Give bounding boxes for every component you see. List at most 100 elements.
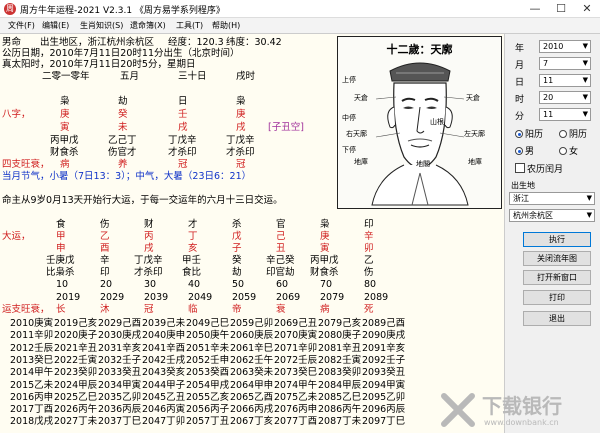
bazi-wangshuai: 病 [60,159,70,170]
print-button[interactable]: 打印 [523,290,591,305]
liunian-cell: 2041辛酉 [142,342,186,354]
dayun-wangshuai-label: 运支旺衰， [2,304,50,315]
lunar-day: 三十日 [178,71,207,82]
minimize-button[interactable]: — [522,0,548,18]
liunian-cell: 2082壬寅 [318,354,362,366]
bazi-canggan: 乙己丁 [108,135,137,146]
day-select[interactable]: 11 ▼ [539,74,591,87]
month-label: 月 [515,61,525,71]
birthplace-label: 出生地 [511,181,535,190]
liunian-cell: 2081辛丑 [318,342,362,354]
menu-edit[interactable]: 编辑(E) [42,20,69,31]
radio-selected-icon [515,147,523,155]
liunian-cell: 2034甲寅 [98,379,142,391]
dayun-canggan-shishen: 印官劫 [266,267,295,278]
open-new-window-button[interactable]: 打开新窗口 [523,270,591,285]
dayun-age: 40 [188,279,201,290]
menu-help[interactable]: 帮助(H) [212,20,240,31]
liunian-cell: 2015乙未 [10,379,54,391]
liunian-cell: 2033癸丑 [98,367,142,379]
app-icon: 周 [4,3,16,15]
close-button[interactable]: ✕ [574,0,600,18]
dayun-gan: 丁 [188,231,198,242]
liunian-cell: 2072壬辰 [274,354,318,366]
year-label: 年 [515,44,525,54]
bazi-shishen: 日 [178,96,188,107]
bazi-canggan-shishen: 伤官才 [108,147,137,158]
radio-selected-icon [515,130,523,138]
liunian-cell: 2097丁巳 [362,416,406,428]
liunian-cell: 2066丙戌 [230,404,274,416]
portrait-label: 天倉 [466,94,480,102]
dayun-year: 2039 [144,292,169,303]
dayun-wangshuai: 死 [364,304,374,315]
exit-button[interactable]: 退出 [523,311,591,326]
menu-tools[interactable]: 工具(T) [176,20,203,31]
liunian-cell: 2035乙卯 [98,391,142,403]
portrait-label: 地閣 [416,160,430,168]
kongwang: [子丑空] [268,122,304,133]
liunian-cell: 2044甲子 [142,379,186,391]
minute-label: 分 [515,112,525,122]
menu-file[interactable]: 文件(F) [8,20,35,31]
dayun-gan: 庚 [320,231,330,242]
bazi-gan: 庚 [236,109,246,120]
run-button[interactable]: 执行 [523,232,591,247]
liunian-cell: 2012壬辰 [10,342,54,354]
bazi-gan: 壬 [178,109,188,120]
liunian-cell: 2074甲午 [274,379,318,391]
chevron-down-icon: ▼ [582,76,588,84]
dayun-canggan-shishen: 财食杀 [310,267,339,278]
dayun-wangshuai: 病 [320,304,330,315]
download-bank-logo-icon [441,393,475,427]
dayun-shishen: 枭 [320,219,330,230]
radio-gregorian[interactable]: 阳历 [515,127,543,140]
dayun-shishen: 财 [144,219,154,230]
minute-select[interactable]: 11 ▼ [539,108,591,121]
radio-icon [559,130,567,138]
watermark-url: www.downbank.cn [484,418,559,427]
lunar-hour: 戌时 [236,71,256,82]
menu-zodiac-knowledge[interactable]: 生肖知识(S) [80,20,123,31]
hour-select[interactable]: 20 ▼ [539,91,591,104]
dayun-gan: 戊 [232,231,242,242]
liunian-cell: 2077丁酉 [274,416,318,428]
bazi-canggan-shishen: 才杀印 [226,147,255,158]
year-select[interactable]: 2010 ▼ [539,40,591,53]
province-select[interactable]: 浙江 ▼ [509,192,595,205]
liunian-cell: 2080庚子 [318,330,362,342]
dayun-zhi: 戌 [144,243,154,254]
dayun-wangshuai: 帝 [232,304,242,315]
liunian-cell: 2045乙丑 [142,391,186,403]
dayun-age: 20 [100,279,113,290]
maximize-button[interactable]: ☐ [548,0,574,18]
city-select[interactable]: 杭州余杭区 ▼ [509,209,595,222]
dayun-canggan-shishen: 食比 [182,267,202,278]
liunian-cell: 2087丁未 [318,416,362,428]
portrait-label: 下停 [342,146,356,154]
menu-records[interactable]: 遗命簿(X) [130,20,166,31]
liunian-cell: 2016丙申 [10,391,54,403]
liunian-cell: 2031辛亥 [98,342,142,354]
month-select[interactable]: 7 ▼ [539,57,591,70]
dayun-label: 大运， [2,231,31,242]
dayun-canggan-shishen: 伤 [364,267,374,278]
radio-lunar[interactable]: 阴历 [559,127,587,140]
dayun-year: 2069 [276,292,301,303]
chevron-down-icon: ▼ [582,59,588,67]
liunian-cell: 2013癸巳 [10,354,54,366]
liunian-cell: 2076丙申 [274,404,318,416]
dayun-canggan: 丁戊辛 [134,255,163,266]
liunian-cell: 2094甲寅 [362,379,406,391]
chevron-down-icon: ▼ [586,211,592,219]
liunian-cell: 2064甲申 [230,379,274,391]
liunian-cell: 2085乙巳 [318,391,362,403]
liunian-cell: 2024甲辰 [54,379,98,391]
leap-month-checkbox[interactable]: 农历闰月 [515,162,563,175]
liunian-cell: 2054甲戌 [186,379,230,391]
radio-female[interactable]: 女 [559,144,578,157]
liunian-cell: 2010庚寅 [10,318,54,329]
close-flow-chart-button[interactable]: 关闭流年图 [523,251,591,266]
radio-male[interactable]: 男 [515,144,534,157]
liunian-cell: 2032壬子 [98,354,142,366]
